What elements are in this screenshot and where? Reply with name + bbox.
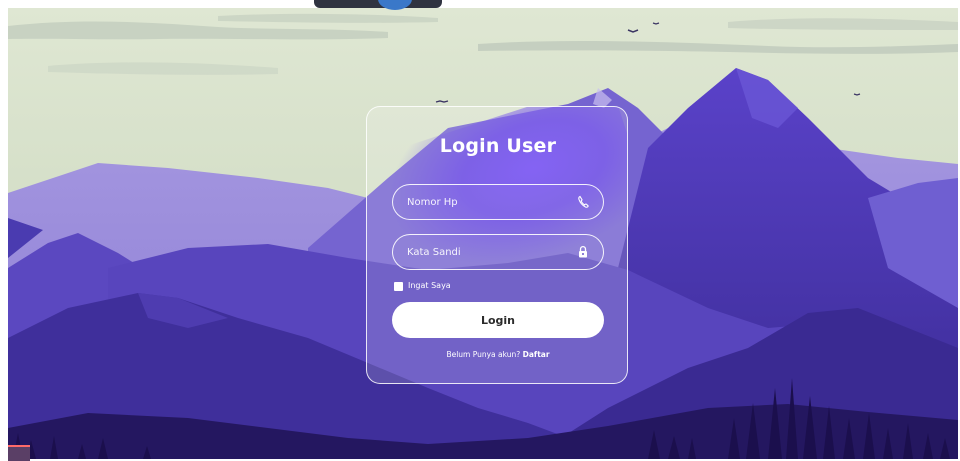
password-field[interactable] xyxy=(392,234,604,270)
register-prompt: Belum Punya akun? xyxy=(446,350,521,359)
phone-input[interactable] xyxy=(405,185,569,220)
login-button[interactable]: Login xyxy=(392,302,604,338)
lock-icon xyxy=(579,245,587,258)
password-input[interactable] xyxy=(405,235,569,270)
phone-icon xyxy=(578,195,589,208)
remember-label: Ingat Saya xyxy=(408,281,451,290)
phone-field[interactable] xyxy=(392,184,604,220)
register-link[interactable]: Daftar xyxy=(523,350,550,359)
login-title: Login User xyxy=(439,135,557,157)
register-line: Belum Punya akun? Daftar xyxy=(367,350,627,359)
login-card: Login User Ingat Saya Login Belum Punya … xyxy=(366,106,628,384)
bird xyxy=(435,100,449,103)
remember-checkbox[interactable] xyxy=(394,282,403,291)
page-viewport: Login User Ingat Saya Login Belum Punya … xyxy=(8,8,958,459)
